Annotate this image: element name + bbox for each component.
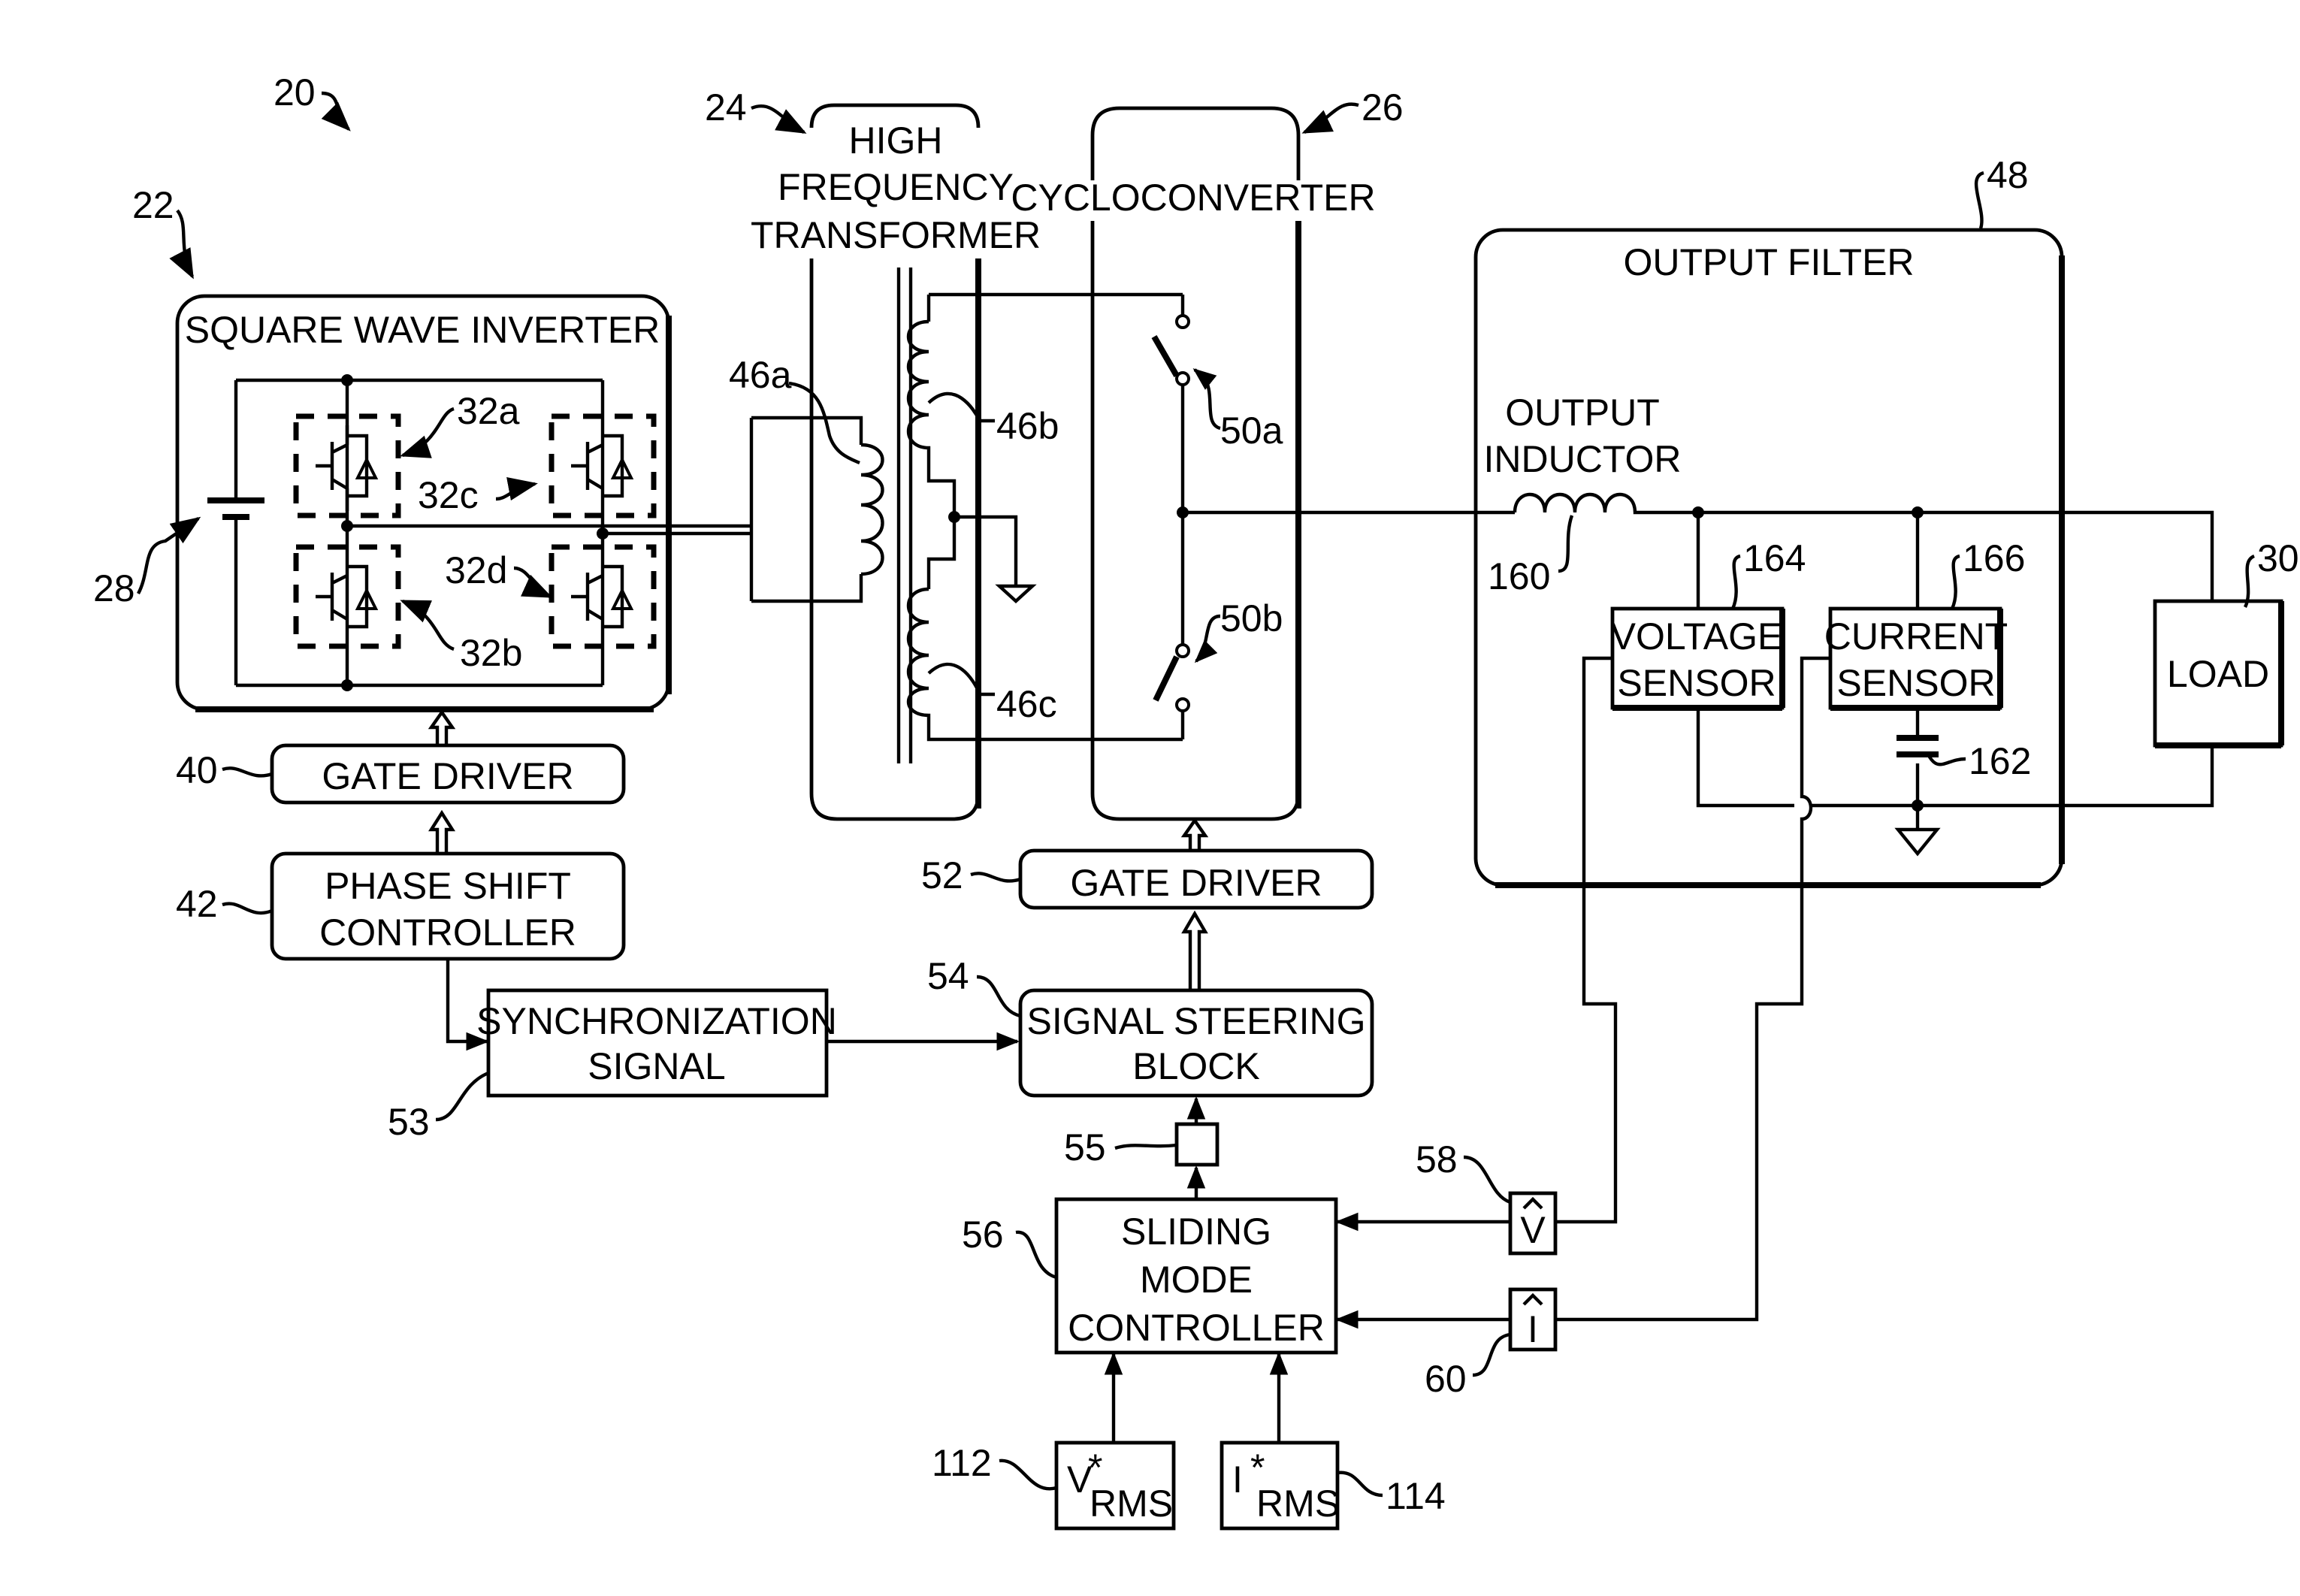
- v-hat-symbol: V: [1520, 1209, 1546, 1251]
- gate-driver-52-block: GATE DRIVER 52: [921, 848, 1374, 910]
- battery-ref: 28: [93, 567, 135, 609]
- inductor-ref: 160: [1488, 555, 1550, 597]
- output-filter-ref: 48: [1987, 154, 2029, 196]
- i-hat-ref: 60: [1425, 1358, 1467, 1400]
- gate-driver-52-label: GATE DRIVER: [1070, 862, 1322, 904]
- capacitor-icon: [1897, 708, 1939, 806]
- inductor-label-2: INDUCTOR: [1484, 438, 1682, 480]
- transformer-ref: 24: [705, 86, 747, 128]
- voltage-sensor-ref: 164: [1743, 537, 1806, 579]
- v-hat-ref: 58: [1416, 1138, 1458, 1180]
- inverter-title: SQUARE WAVE INVERTER: [185, 309, 660, 351]
- current-sensor-line-2: SENSOR: [1836, 662, 1995, 704]
- sliding-mode-controller-block: SLIDING MODE CONTROLLER 56: [962, 1197, 1338, 1355]
- switch-ref-50a: 50a: [1220, 410, 1283, 452]
- inductor-icon: [1513, 492, 1653, 515]
- gate-driver-40-label: GATE DRIVER: [322, 755, 573, 797]
- winding-ref-46c: 46c: [996, 683, 1057, 725]
- phase-shift-line-2: CONTROLLER: [319, 911, 576, 954]
- voltage-sensor-line-2: SENSOR: [1617, 662, 1776, 704]
- switch-ref-32d: 32d: [445, 549, 507, 591]
- ground-icon: [995, 584, 1037, 603]
- steering-line-2: BLOCK: [1132, 1045, 1260, 1087]
- load-label: LOAD: [2167, 653, 2269, 695]
- transformer-title-3: TRANSFORMER: [751, 214, 1041, 256]
- phase-shift-controller-block: PHASE SHIFT CONTROLLER 42: [176, 851, 626, 961]
- i-rms-reference-block: I * RMS 114: [1220, 1351, 1446, 1531]
- winding-ref-46a: 46a: [729, 354, 792, 396]
- v-rms-sub: RMS: [1090, 1483, 1173, 1525]
- sync-ref: 53: [388, 1101, 430, 1143]
- load-ref: 30: [2257, 537, 2299, 579]
- inductor-label-1: OUTPUT: [1505, 391, 1660, 434]
- ground-icon: [1894, 827, 1941, 857]
- output-filter-title: OUTPUT FILTER: [1623, 241, 1914, 283]
- block-55: 55: [1064, 1096, 1220, 1199]
- load-block: LOAD 30: [2153, 537, 2299, 748]
- signal-steering-block: SIGNAL STEERING BLOCK 54: [927, 955, 1374, 1098]
- sync-line-1: SYNCHRONIZATION: [476, 1000, 837, 1042]
- cycloconverter-title: CYCLOCONVERTER: [1011, 177, 1375, 219]
- gate-driver-40-ref: 40: [176, 749, 218, 791]
- sliding-line-3: CONTROLLER: [1068, 1307, 1325, 1349]
- sliding-line-2: MODE: [1140, 1259, 1253, 1301]
- i-rms-ref: 114: [1386, 1475, 1446, 1517]
- phase-shift-line-1: PHASE SHIFT: [325, 865, 571, 907]
- hollow-arrow-icon: [428, 709, 456, 745]
- sliding-line-1: SLIDING: [1121, 1211, 1271, 1253]
- winding-ref-46b: 46b: [996, 405, 1059, 447]
- inverter-ref: 22: [132, 184, 174, 226]
- square-wave-inverter-block: 22 SQUARE WAVE INVERTER 28 32a 32c 32d 3…: [93, 184, 751, 712]
- hollow-arrow-icon: [1181, 910, 1208, 989]
- switch-ref-32c: 32c: [418, 474, 479, 516]
- steering-ref: 54: [927, 955, 969, 997]
- output-filter-block: 48 OUTPUT FILTER OUTPUT INDUCTOR 160 VOL…: [1473, 154, 2214, 888]
- synchronization-signal-block: SYNCHRONIZATION SIGNAL 53: [388, 988, 837, 1143]
- i-rms-sub: RMS: [1256, 1483, 1340, 1525]
- switch-ref-32a: 32a: [457, 390, 520, 432]
- current-sensor-ref: 166: [1963, 537, 2025, 579]
- phase-shift-ref: 42: [176, 883, 218, 925]
- switch-ref-50b: 50b: [1220, 597, 1283, 639]
- gate-driver-40-block: GATE DRIVER 40: [176, 743, 626, 805]
- i-hat-symbol: I: [1528, 1308, 1538, 1350]
- hollow-arrow-icon: [1180, 818, 1209, 851]
- switch-ref-32b: 32b: [460, 632, 522, 674]
- cycloconverter-block: 26 CYCLOCONVERTER 50a 50b: [1011, 86, 1515, 821]
- cycloconverter-ref: 26: [1362, 86, 1404, 128]
- transformer-title-1: HIGH: [849, 119, 943, 162]
- sync-line-2: SIGNAL: [588, 1045, 725, 1087]
- hollow-arrow-icon: [428, 809, 456, 854]
- current-sensor-line-1: CURRENT: [1824, 615, 2008, 657]
- figure-ref: 20: [274, 71, 351, 131]
- block-55-ref: 55: [1064, 1126, 1106, 1168]
- i-rms-main: I: [1232, 1458, 1243, 1501]
- sliding-ref: 56: [962, 1214, 1004, 1256]
- voltage-sensor-line-1: VOLTAGE: [1611, 615, 1783, 657]
- circuit-diagram: 20 22 SQUARE WAVE INVERTER 28 32a 32c 32…: [93, 71, 2299, 1531]
- transformer-title-2: FREQUENCY: [778, 166, 1014, 208]
- figure-ref-label: 20: [274, 71, 316, 113]
- battery-icon: [207, 497, 264, 520]
- capacitor-ref: 162: [1969, 740, 2031, 782]
- v-rms-reference-block: V * RMS 112: [932, 1351, 1176, 1531]
- gate-driver-52-ref: 52: [921, 854, 963, 896]
- v-rms-ref: 112: [932, 1442, 992, 1484]
- steering-line-1: SIGNAL STEERING: [1026, 1000, 1365, 1042]
